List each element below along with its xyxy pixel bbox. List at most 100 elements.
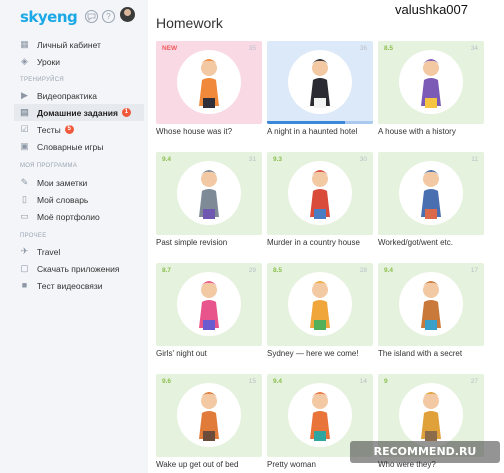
card-score: 8.7	[162, 267, 172, 274]
card-score: 9.3	[273, 156, 283, 163]
sidebar-item-travel[interactable]: ✈ Travel	[20, 243, 61, 260]
sidebar-item-portfolio[interactable]: ▭ Моё портфолио	[20, 208, 100, 225]
card-score: 9.6	[162, 378, 172, 385]
card-progress-fill	[267, 121, 346, 124]
card-number: 15	[248, 378, 256, 385]
section-program-heading: МОЯ ПРОГРАММА	[20, 163, 78, 169]
sidebar-item-label: Travel	[37, 246, 61, 257]
book-icon: ▤	[20, 107, 29, 117]
sidebar-item-label: Тест видеосвязи	[37, 280, 103, 291]
homework-card[interactable]: 8.7 29	[156, 263, 262, 346]
card-title[interactable]: A house with a history	[378, 127, 456, 136]
card-illustration	[288, 383, 352, 447]
section-train-heading: ТРЕНИРУЙСЯ	[20, 77, 64, 83]
card-progress-bar	[267, 121, 373, 124]
card-illustration	[399, 161, 463, 225]
sidebar-item-label: Скачать приложения	[37, 263, 120, 274]
card-title[interactable]: A night in a haunted hotel	[267, 127, 357, 136]
pen-icon: ✎	[20, 177, 29, 187]
play-icon: ▶	[21, 90, 28, 100]
card-score: 8.5	[273, 267, 283, 274]
homework-card[interactable]: 36	[267, 41, 373, 124]
dictionary-icon: ▯	[22, 194, 27, 204]
sidebar-item-videopractice[interactable]: ▶ Видеопрактика	[20, 87, 97, 104]
card-score: 9	[384, 378, 388, 385]
card-title[interactable]: Murder in a country house	[267, 238, 360, 247]
card-score: 9.4	[162, 156, 172, 163]
card-title[interactable]: Sydney — here we come!	[267, 349, 359, 358]
homework-card[interactable]: 9.4 31	[156, 152, 262, 235]
page-title: Homework	[156, 15, 223, 31]
sidebar-item-download-apps[interactable]: ▢ Скачать приложения	[20, 260, 119, 277]
download-icon: ▢	[20, 263, 29, 273]
sidebar-item-lessons[interactable]: ◈ Уроки	[20, 53, 60, 70]
skyeng-logo[interactable]: skyeng	[20, 8, 78, 26]
main-content: Homework NEW 35 Whose house was it? 36 A nig…	[148, 0, 504, 473]
checkbox-icon: ☑	[20, 124, 29, 134]
homework-card[interactable]: 9.6 15	[156, 374, 262, 457]
game-icon: ▣	[20, 141, 29, 151]
sidebar-item-label: Видеопрактика	[37, 90, 97, 101]
homework-card[interactable]: 9.4 17	[378, 263, 484, 346]
homework-card[interactable]: 8.5 28	[267, 263, 373, 346]
card-illustration	[288, 50, 352, 114]
sidebar-item-label: Мой словарь	[37, 194, 89, 205]
card-title[interactable]: Worked/got/went etc.	[378, 238, 453, 247]
homework-card[interactable]: NEW 35	[156, 41, 262, 124]
card-illustration	[399, 383, 463, 447]
camera-icon: ■	[21, 280, 28, 290]
card-number: 36	[359, 45, 367, 52]
sidebar-item-word-games[interactable]: ▣ Словарные игры	[20, 138, 103, 155]
sidebar-item-label: Уроки	[37, 56, 60, 67]
card-illustration	[288, 161, 352, 225]
sidebar-item-homework[interactable]: ▤ Домашние задания 1	[14, 104, 144, 121]
card-number: 14	[359, 378, 367, 385]
card-number: 34	[470, 45, 478, 52]
card-illustration	[288, 272, 352, 336]
chat-icon[interactable]	[85, 10, 98, 23]
sidebar-item-label: Личный кабинет	[37, 39, 101, 50]
card-number: 27	[470, 378, 478, 385]
avatar[interactable]	[120, 7, 135, 22]
card-title[interactable]: Whose house was it?	[156, 127, 232, 136]
sidebar-item-dictionary[interactable]: ▯ Мой словарь	[20, 191, 88, 208]
section-other-heading: ПРОЧЕЕ	[20, 233, 47, 239]
card-illustration	[399, 272, 463, 336]
sidebar-item-label: Моё портфолио	[37, 211, 100, 222]
homework-card[interactable]: 9.3 30	[267, 152, 373, 235]
card-illustration	[177, 383, 241, 447]
homework-card[interactable]: 8.5 34	[378, 41, 484, 124]
dashboard-icon: ▦	[20, 39, 29, 49]
card-title[interactable]: Wake up get out of bed	[156, 460, 238, 469]
card-illustration	[177, 50, 241, 114]
card-illustration	[177, 272, 241, 336]
layers-icon: ◈	[21, 56, 28, 66]
card-illustration	[399, 50, 463, 114]
sidebar-item-dashboard[interactable]: ▦ Личный кабинет	[20, 36, 101, 53]
help-icon[interactable]: ?	[102, 10, 115, 23]
username: valushka007	[395, 2, 468, 17]
card-title[interactable]: Pretty woman	[267, 460, 316, 469]
card-number: 28	[359, 267, 367, 274]
card-score: NEW	[162, 45, 178, 52]
card-number: 29	[248, 267, 256, 274]
card-score: 9.4	[273, 378, 283, 385]
card-number: 11	[471, 156, 478, 163]
sidebar: skyeng ? ▦ Личный кабинет ◈ Уроки ТРЕНИР…	[0, 0, 144, 473]
sidebar-item-notes[interactable]: ✎ Мои заметки	[20, 174, 88, 191]
card-title[interactable]: The island with a secret	[378, 349, 462, 358]
card-title[interactable]: Past simple revision	[156, 238, 227, 247]
card-score: 9.4	[384, 267, 394, 274]
sidebar-item-label: Домашние задания	[37, 107, 118, 118]
card-number: 35	[248, 45, 256, 52]
sidebar-item-label: Тесты	[37, 124, 61, 135]
card-number: 17	[470, 267, 478, 274]
homework-card[interactable]: 11	[378, 152, 484, 235]
recommend-watermark: RECOMMEND.RU	[350, 441, 500, 463]
sidebar-item-video-test[interactable]: ■ Тест видеосвязи	[20, 277, 103, 294]
sidebar-item-tests[interactable]: ☑ Тесты 5	[20, 121, 74, 138]
sidebar-item-label: Словарные игры	[37, 141, 104, 152]
sidebar-item-label: Мои заметки	[37, 177, 88, 188]
card-number: 30	[359, 156, 367, 163]
card-title[interactable]: Girls' night out	[156, 349, 207, 358]
